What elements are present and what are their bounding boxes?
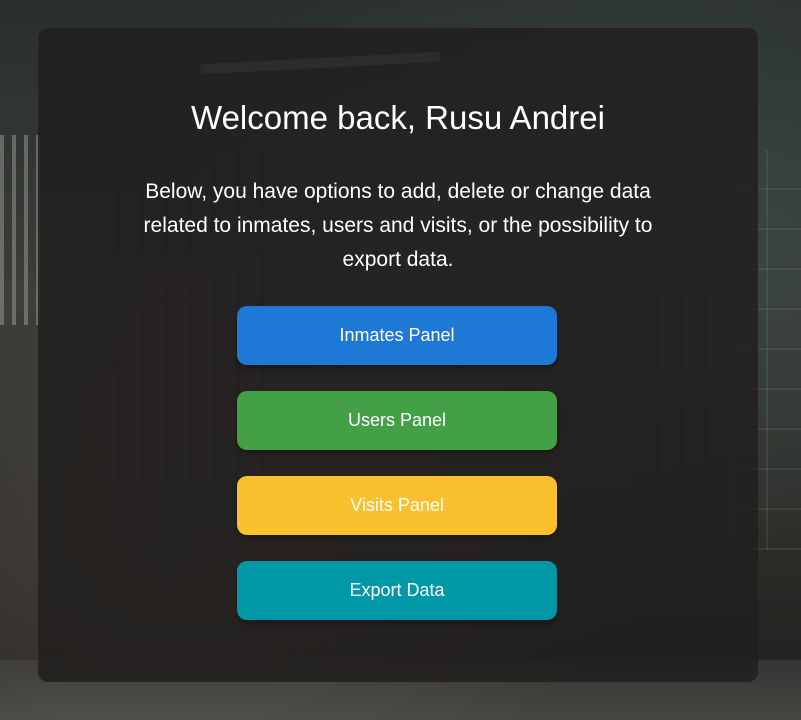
visits-panel-button[interactable]: Visits Panel [237,476,557,535]
background-window-bars [0,135,42,325]
dashboard-panel: Welcome back, Rusu Andrei Below, you hav… [38,28,758,682]
export-data-button[interactable]: Export Data [237,561,557,620]
page-title: Welcome back, Rusu Andrei [191,99,605,136]
page-description: Below, you have options to add, delete o… [143,180,653,271]
users-panel-button[interactable]: Users Panel [237,391,557,450]
inmates-panel-button[interactable]: Inmates Panel [237,306,557,365]
